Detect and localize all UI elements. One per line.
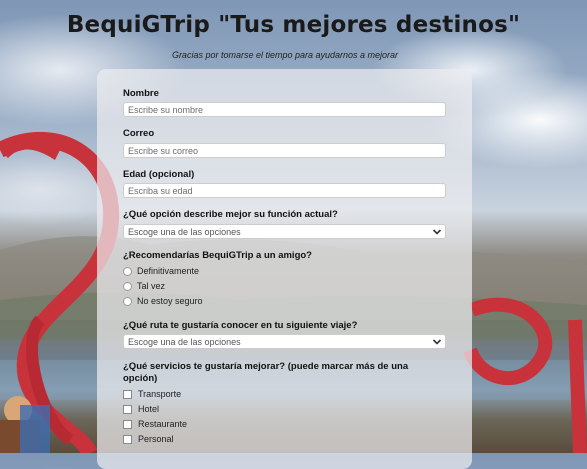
role-select[interactable]: Escoge una de las opciones (123, 224, 446, 239)
services-option[interactable]: Restaurante (123, 418, 187, 430)
services-option-label: Personal (138, 434, 174, 444)
checkbox[interactable] (123, 419, 132, 429)
email-input[interactable]: Escribe su correo (123, 143, 446, 158)
email-label: Correo (123, 128, 155, 139)
route-select[interactable]: Escoge una de las opciones (123, 334, 446, 349)
services-option-label: Hotel (138, 404, 160, 414)
recommend-label: ¿Recomendarías BequiGTrip a un amigo? (123, 250, 312, 261)
recommend-option[interactable]: Definitivamente (123, 265, 199, 277)
radio-button[interactable] (123, 281, 132, 291)
recommend-option-label: Definitivamente (137, 266, 200, 276)
page-subtitle: Gracias por tomarse el tiempo para ayuda… (171, 50, 399, 60)
age-label: Edad (opcional) (123, 169, 195, 180)
recommend-option[interactable]: Tal vez (123, 280, 165, 292)
recommend-option-label: Tal vez (137, 281, 166, 291)
age-input[interactable]: Escriba su edad (123, 183, 446, 198)
chevron-down-icon (432, 339, 442, 345)
role-select-value: Escoge una de las opciones (128, 227, 241, 237)
recommend-option-label: No estoy seguro (137, 296, 203, 306)
name-label: Nombre (123, 88, 159, 99)
chevron-down-icon (432, 229, 442, 235)
checkbox[interactable] (123, 389, 132, 399)
route-select-value: Escoge una de las opciones (128, 337, 241, 347)
services-option[interactable]: Personal (123, 433, 174, 445)
survey-form-card: Nombre Escribe su nombre Correo Escribe … (97, 69, 472, 469)
route-label: ¿Qué ruta te gustaría conocer en tu sigu… (123, 320, 358, 331)
services-option-label: Restaurante (138, 419, 188, 429)
page-title: BequiGTrip "Tus mejores destinos" (66, 12, 521, 38)
recommend-option[interactable]: No estoy seguro (123, 295, 203, 307)
services-option[interactable]: Hotel (123, 403, 159, 415)
services-option[interactable]: Transporte (123, 388, 181, 400)
radio-button[interactable] (123, 296, 132, 306)
checkbox[interactable] (123, 404, 132, 414)
checkbox[interactable] (123, 434, 132, 444)
services-option-label: Transporte (138, 389, 182, 399)
services-label: ¿Qué servicios te gustaría mejorar? (pue… (123, 361, 409, 384)
name-input[interactable]: Escribe su nombre (123, 102, 446, 117)
radio-button[interactable] (123, 266, 132, 276)
role-label: ¿Qué opción describe mejor su función ac… (123, 209, 338, 220)
